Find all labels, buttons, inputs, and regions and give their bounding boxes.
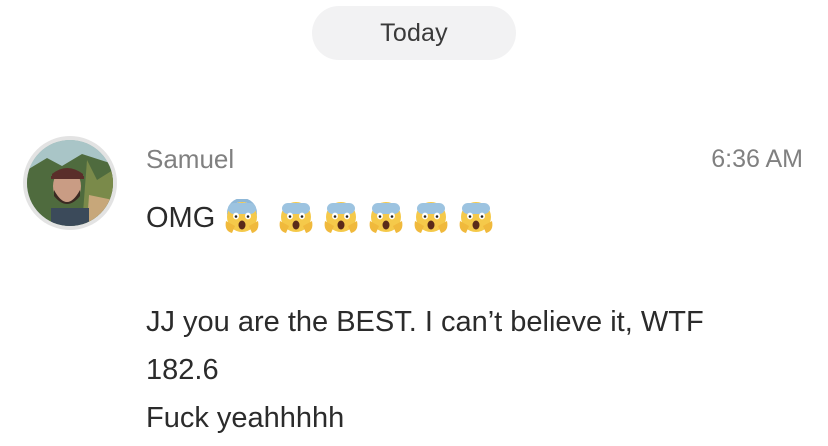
message-text-omg: OMG bbox=[146, 201, 216, 234]
face-screaming-in-fear-icon bbox=[322, 199, 360, 237]
message-timestamp: 6:36 AM bbox=[711, 145, 803, 173]
date-divider-label: Today bbox=[380, 18, 448, 47]
face-screaming-in-fear-icon bbox=[223, 199, 261, 237]
face-screaming-in-fear-icon bbox=[457, 199, 495, 237]
avatar[interactable] bbox=[23, 136, 117, 230]
face-screaming-in-fear-icon bbox=[412, 199, 450, 237]
message-line: JJ you are the BEST. I can’t believe it,… bbox=[146, 306, 704, 338]
user-photo-avatar-icon bbox=[27, 140, 113, 226]
face-screaming-in-fear-icon bbox=[277, 199, 315, 237]
date-divider: Today bbox=[312, 6, 516, 60]
message-line: 182.6 bbox=[146, 354, 219, 386]
message-first-line: OMG bbox=[146, 196, 502, 240]
sender-name: Samuel bbox=[146, 144, 235, 174]
face-screaming-in-fear-icon bbox=[367, 199, 405, 237]
message-body: JJ you are the BEST. I can’t believe it,… bbox=[146, 298, 704, 442]
message-line: Fuck yeahhhhh bbox=[146, 402, 345, 434]
